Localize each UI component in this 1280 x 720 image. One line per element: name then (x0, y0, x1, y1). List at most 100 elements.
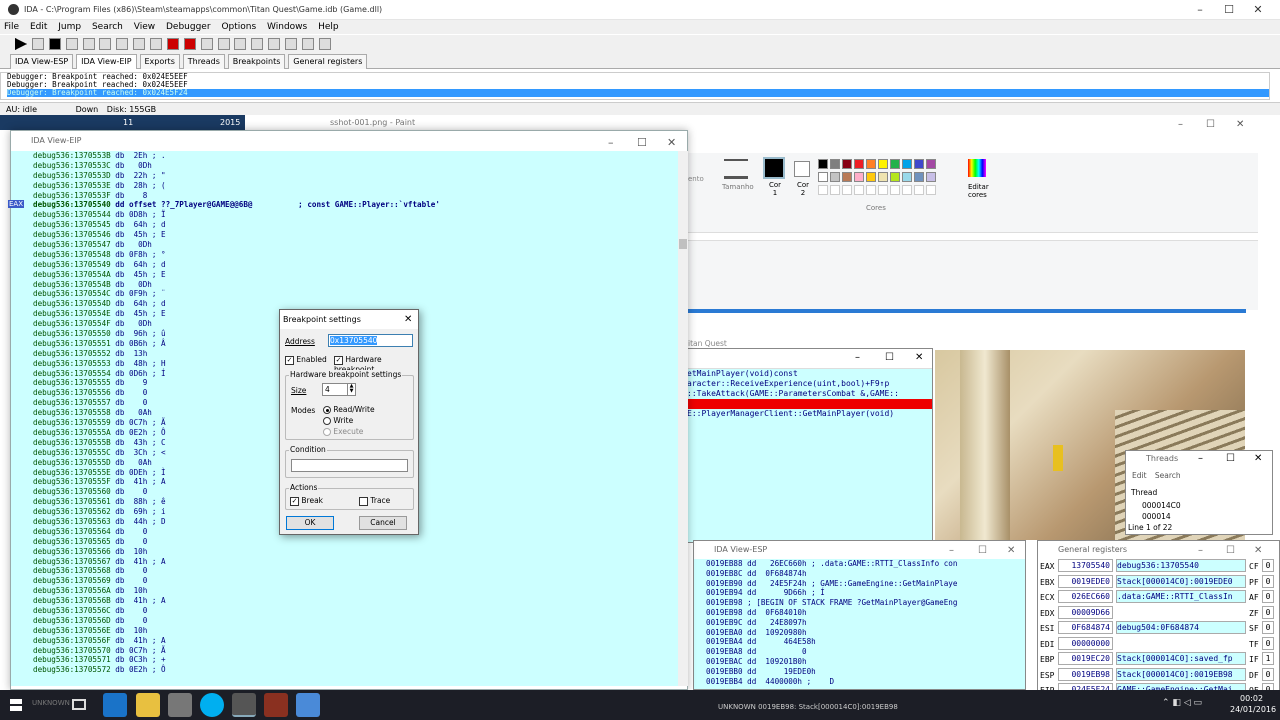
palette-swatch[interactable] (878, 172, 888, 182)
disasm-line[interactable]: debug536:1370553F db 8 (11, 191, 678, 201)
eip-min-icon[interactable]: – (608, 133, 614, 153)
disasm-line[interactable]: debug536:13705545 db 64h ; d (11, 220, 678, 230)
disasm-line[interactable]: debug536:13705565 db 0 (11, 537, 678, 547)
trace-func-icon[interactable] (234, 38, 247, 50)
palette-swatch[interactable] (902, 159, 912, 169)
palette-swatch[interactable] (890, 159, 900, 169)
threads-menu-search[interactable]: Search (1155, 471, 1181, 480)
tray-icons[interactable]: ⌃ ◧ ◁ ▭ (1162, 698, 1202, 708)
mode-write-radio[interactable]: Write (323, 416, 353, 425)
color2-label[interactable]: Cor 2 (796, 181, 810, 197)
disasm-line[interactable]: debug536:1370556C db 0 (11, 606, 678, 616)
condition-input[interactable] (291, 459, 408, 472)
cross-icon[interactable] (200, 38, 213, 50)
edit-colors-icon[interactable] (968, 159, 986, 177)
esp-min-icon[interactable]: – (949, 542, 954, 560)
tab-exports[interactable]: Exports (139, 54, 180, 69)
palette-swatch[interactable] (854, 172, 864, 182)
size-stepper[interactable]: 4 ▲ ▼ (322, 383, 356, 396)
thread-row[interactable]: 000014C0 (1142, 501, 1181, 510)
stack-line[interactable]: 0019EBB4 dd 4400000h ; D (694, 677, 1025, 687)
register-row[interactable]: EDX 00009D66 ZF 0 (1038, 605, 1279, 622)
disasm-line[interactable]: debug536:1370556D db 0 (11, 616, 678, 626)
disasm-line[interactable]: debug536:13705570 db 0C7h ; Ã (11, 646, 678, 656)
mode-readwrite-radio[interactable]: Read/Write (323, 405, 375, 414)
register-value[interactable]: 0019EB98 (1058, 667, 1113, 681)
register-row[interactable]: ECX 026EC660 .data:GAME::RTTI_ClassIn AF 0 (1038, 590, 1279, 606)
regs-close-icon[interactable]: ✕ (1254, 542, 1262, 560)
color1-label[interactable]: Cor 1 (768, 181, 782, 197)
disasm-line[interactable]: debug536:13705547 db 0Dh (11, 240, 678, 250)
list-icon[interactable] (285, 38, 297, 50)
palette-swatch[interactable] (890, 172, 900, 182)
palette-empty-swatch[interactable] (926, 185, 936, 195)
stack-line[interactable]: 0019EBB0 dd 19EDE0h (694, 667, 1025, 677)
tab-ida-view-eip[interactable]: IDA View-EIP (76, 54, 137, 69)
disasm-line[interactable]: debug536:1370554C db 0F9h ; ¨ (11, 289, 678, 299)
minimize-icon[interactable]: – (1185, 0, 1215, 20)
eip-scrollbar[interactable] (678, 151, 688, 686)
address-input[interactable]: 0x13705540 (328, 334, 413, 347)
register-row[interactable]: EAX 13705540 debug536:13705540 CF 0 (1038, 559, 1279, 575)
tab-threads[interactable]: Threads (182, 54, 225, 69)
break-checkbox[interactable]: ✓ Break (290, 496, 323, 506)
register-row[interactable]: EDI 00000000 TF 0 (1038, 636, 1279, 653)
disasm-line[interactable]: debug536:1370554A db 45h ; E (11, 270, 678, 280)
edit-colors-label[interactable]: Editar cores (968, 183, 990, 199)
stack-line[interactable]: 0019EB9C dd 24E8097h (694, 618, 1025, 628)
func-icon[interactable] (301, 38, 314, 50)
palette-empty-swatch[interactable] (866, 185, 876, 195)
menu-jump[interactable]: Jump (58, 22, 81, 32)
palette-empty-swatch[interactable] (854, 185, 864, 195)
palette-empty-swatch[interactable] (890, 185, 900, 195)
register-row[interactable]: ESP 0019EB98 Stack[000014C0]:0019EB98 DF 0 (1038, 667, 1279, 684)
disasm-line[interactable]: debug536:13705571 db 0C3h ; + (11, 655, 678, 665)
stack-line[interactable]: 0019EB98 dd 0F684010h (694, 608, 1025, 618)
stack-line[interactable]: 0019EB8C dd 0F684874h (694, 569, 1025, 579)
disasm-line[interactable]: debug536:13705540 dd offset ??_7Player@G… (11, 200, 678, 210)
breakpoint-icon[interactable] (166, 38, 179, 50)
menu-view[interactable]: View (134, 22, 155, 32)
store-icon[interactable] (168, 693, 192, 717)
stack-line[interactable]: 0019EB94 dd 9D66h ; Í (694, 588, 1025, 598)
flag-value[interactable]: 0 (1262, 667, 1274, 681)
palette-empty-swatch[interactable] (914, 185, 924, 195)
titan-quest-icon[interactable] (264, 693, 288, 717)
explorer-icon[interactable] (136, 693, 160, 717)
menu-debugger[interactable]: Debugger (166, 22, 211, 32)
register-value[interactable]: 026EC660 (1058, 590, 1113, 603)
palette-empty-swatch[interactable] (842, 185, 852, 195)
flag-value[interactable]: 0 (1262, 605, 1274, 619)
size-label[interactable]: Tamanho (722, 183, 754, 191)
trace-bb-icon[interactable] (251, 38, 264, 50)
register-value[interactable]: 0F684874 (1058, 621, 1113, 634)
register-value[interactable]: 00000000 (1058, 636, 1113, 650)
esp-listing[interactable]: 0019EB88 dd 26EC660h ; .data:GAME::RTTI_… (694, 559, 1025, 686)
disasm-line[interactable]: debug536:1370553D db 22h ; " (11, 171, 678, 181)
tab-breakpoints[interactable]: Breakpoints (227, 54, 286, 69)
run-until-return-icon[interactable] (99, 38, 112, 50)
disasm-line[interactable]: debug536:1370556B db 41h ; A (11, 596, 678, 606)
enabled-checkbox[interactable]: ✓ Enabled (285, 355, 327, 365)
stack-line[interactable]: 0019EB98 ; [BEGIN OF STACK FRAME ?GetMai… (694, 598, 1025, 608)
tab-ida-view-esp[interactable]: IDA View-ESP (10, 54, 74, 69)
flag-value[interactable]: 0 (1262, 590, 1274, 603)
skype-icon[interactable] (200, 693, 224, 717)
disasm-line[interactable]: debug536:1370553C db 0Dh (11, 161, 678, 171)
ok-button[interactable]: OK (286, 516, 334, 530)
register-row[interactable]: EBX 0019EDE0 Stack[000014C0]:0019EDE0 PF 0 (1038, 574, 1279, 591)
tab-general-registers[interactable]: General registers (288, 54, 368, 69)
disasm-line[interactable]: debug536:13705567 db 41h ; A (11, 557, 678, 567)
stack-line[interactable]: 0019EBA0 dd 10920980h (694, 628, 1025, 638)
color2-swatch[interactable] (794, 161, 810, 177)
cancel-button[interactable]: Cancel (359, 516, 407, 530)
disasm-line[interactable]: debug536:13705569 db 0 (11, 576, 678, 586)
breakpoint-delete-icon[interactable] (183, 38, 196, 50)
palette-swatch[interactable] (842, 172, 852, 182)
color1-swatch[interactable] (763, 157, 785, 179)
palette-swatch[interactable] (830, 159, 840, 169)
stack-line[interactable]: 0019EBA4 dd 464E58h (694, 637, 1025, 647)
eip-scroll-thumb[interactable] (679, 239, 687, 249)
stepper-arrows-icon[interactable]: ▲ ▼ (347, 384, 355, 395)
disasm-line[interactable]: debug536:13705544 db 0D8h ; Ï (11, 210, 678, 220)
